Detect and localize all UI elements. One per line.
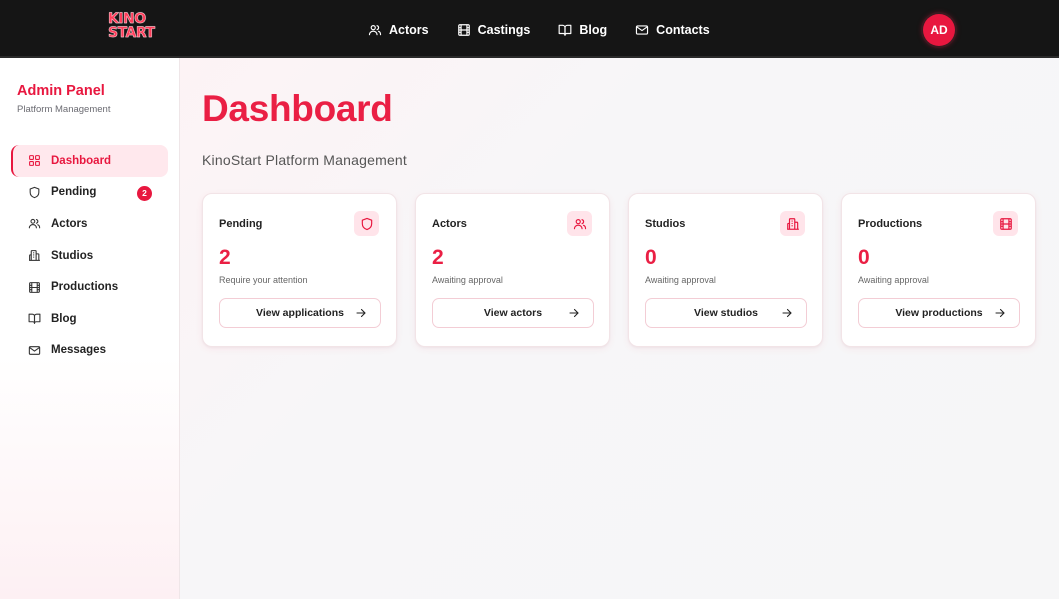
sidebar-item-label: Blog bbox=[51, 312, 77, 325]
card-value: 0 bbox=[645, 246, 657, 269]
view-productions-button[interactable]: View productions bbox=[858, 298, 1020, 328]
stats-cards: Pending 2 Require your attention View ap… bbox=[202, 193, 1036, 347]
kinostart-logo[interactable]: KINO START bbox=[108, 12, 162, 43]
arrow-right-icon bbox=[568, 307, 580, 319]
card-label: Actors bbox=[432, 218, 467, 230]
card-label: Studios bbox=[645, 218, 686, 230]
sidebar-subtitle: Platform Management bbox=[17, 104, 111, 115]
card-description: Awaiting approval bbox=[645, 275, 716, 285]
arrow-right-icon bbox=[994, 307, 1006, 319]
button-label: View applications bbox=[256, 307, 344, 319]
arrow-right-icon bbox=[355, 307, 367, 319]
card-value: 0 bbox=[858, 246, 870, 269]
stat-card-productions: Productions 0 Awaiting approval View pro… bbox=[841, 193, 1036, 347]
book-icon bbox=[28, 312, 41, 325]
admin-sidebar: Admin Panel Platform Management Dashboar… bbox=[0, 58, 180, 599]
view-applications-button[interactable]: View applications bbox=[219, 298, 381, 328]
sidebar-item-messages[interactable]: Messages bbox=[11, 335, 168, 367]
users-icon bbox=[28, 217, 41, 230]
view-actors-button[interactable]: View actors bbox=[432, 298, 594, 328]
page-title: Dashboard bbox=[202, 88, 393, 129]
sidebar-item-studios[interactable]: Studios bbox=[11, 240, 168, 272]
top-nav-actors[interactable]: Actors bbox=[368, 20, 429, 40]
page-subtitle: KinoStart Platform Management bbox=[202, 152, 408, 168]
card-description: Awaiting approval bbox=[432, 275, 503, 285]
sidebar-item-productions[interactable]: Productions bbox=[11, 271, 168, 303]
film-icon bbox=[999, 217, 1013, 231]
sidebar-item-label: Productions bbox=[51, 281, 119, 294]
card-description: Awaiting approval bbox=[858, 275, 929, 285]
mail-icon bbox=[28, 344, 41, 357]
top-nav: Actors Castings Blog Contacts bbox=[368, 20, 738, 40]
arrow-right-icon bbox=[781, 307, 793, 319]
sidebar-item-label: Actors bbox=[51, 217, 88, 230]
stat-card-pending: Pending 2 Require your attention View ap… bbox=[202, 193, 397, 347]
view-studios-button[interactable]: View studios bbox=[645, 298, 807, 328]
button-label: View studios bbox=[694, 307, 758, 319]
card-label: Pending bbox=[219, 218, 263, 230]
users-icon bbox=[573, 217, 587, 231]
sidebar-item-label: Dashboard bbox=[51, 154, 112, 167]
building-icon bbox=[786, 217, 800, 231]
mail-icon bbox=[635, 23, 649, 37]
top-nav-label: Contacts bbox=[656, 23, 710, 37]
sidebar-title: Admin Panel bbox=[17, 83, 105, 99]
user-avatar[interactable]: AD bbox=[923, 14, 955, 46]
users-icon bbox=[368, 23, 382, 37]
top-nav-label: Castings bbox=[477, 23, 531, 37]
stat-card-actors: Actors 2 Awaiting approval View actors bbox=[415, 193, 610, 347]
top-nav-label: Blog bbox=[579, 23, 608, 37]
button-label: View productions bbox=[895, 307, 983, 319]
logo-line-2: START bbox=[108, 25, 155, 41]
sidebar-item-blog[interactable]: Blog bbox=[11, 303, 168, 335]
card-value: 2 bbox=[219, 246, 231, 269]
film-icon bbox=[28, 281, 41, 294]
sidebar-item-pending[interactable]: Pending 2 bbox=[11, 177, 168, 209]
card-description: Require your attention bbox=[219, 275, 308, 285]
grid-icon bbox=[28, 154, 41, 167]
card-label: Productions bbox=[858, 218, 923, 230]
top-nav-castings[interactable]: Castings bbox=[457, 20, 531, 40]
sidebar-item-actors[interactable]: Actors bbox=[11, 208, 168, 240]
sidebar-nav: Dashboard Pending 2 Actors Studios Produ… bbox=[11, 145, 168, 366]
sidebar-item-dashboard[interactable]: Dashboard bbox=[11, 145, 168, 177]
top-navbar: KINO START Actors Castings Blog Contacts… bbox=[0, 0, 1059, 58]
top-nav-label: Actors bbox=[389, 23, 429, 37]
sidebar-item-label: Studios bbox=[51, 249, 94, 262]
top-nav-contacts[interactable]: Contacts bbox=[635, 20, 710, 40]
button-label: View actors bbox=[483, 307, 543, 319]
pending-count-badge: 2 bbox=[137, 185, 152, 201]
card-value: 2 bbox=[432, 246, 444, 269]
book-icon bbox=[558, 23, 572, 37]
top-nav-blog[interactable]: Blog bbox=[558, 20, 607, 40]
shield-icon bbox=[28, 186, 41, 199]
stat-card-studios: Studios 0 Awaiting approval View studios bbox=[628, 193, 823, 347]
sidebar-item-label: Pending bbox=[51, 186, 97, 199]
building-icon bbox=[28, 249, 41, 262]
shield-icon bbox=[360, 217, 374, 231]
film-icon bbox=[457, 23, 471, 37]
dashboard-main: Dashboard KinoStart Platform Management … bbox=[180, 58, 1059, 599]
sidebar-item-label: Messages bbox=[51, 344, 106, 357]
